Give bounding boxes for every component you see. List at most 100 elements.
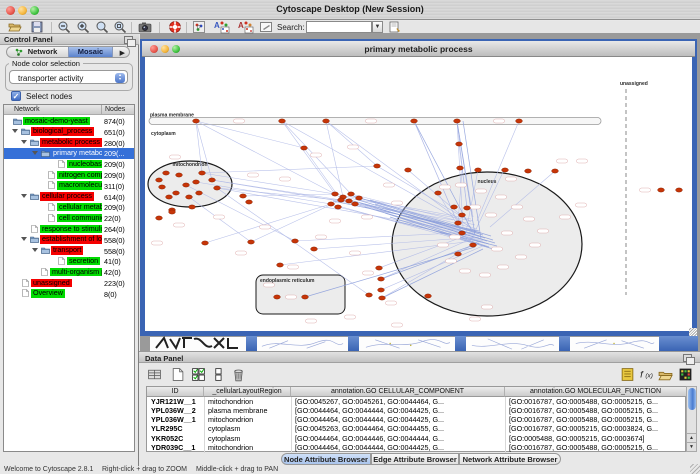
tree-row[interactable]: multi-organism pro42(0) [4,267,134,278]
zoom-selected-icon[interactable] [113,20,127,34]
tree-row[interactable]: metabolic process280(0) [4,137,134,148]
tabs-overflow-arrow[interactable]: ▶ [120,49,125,57]
network-node[interactable] [159,185,166,189]
network-edge[interactable] [251,200,341,242]
network-node[interactable] [475,168,482,172]
network-node[interactable] [323,119,330,123]
tree-expander-icon[interactable] [32,248,38,252]
table-column-header[interactable]: _cellularLayoutRegion [204,387,291,397]
tab-network[interactable]: Network [7,47,68,57]
tree-item-label[interactable]: secretion [67,257,100,266]
tree-item-label[interactable]: cell communicat [57,214,102,223]
network-node[interactable] [516,119,523,123]
network-node[interactable] [240,194,247,198]
network-node[interactable] [292,239,299,243]
table-cell[interactable]: [GO:0005488, GO:0005215, GO:0003674] [505,434,687,443]
zoom-out-icon[interactable] [57,20,71,34]
new-attribute-icon[interactable] [170,367,186,383]
select-attributes-icon[interactable] [191,367,207,383]
tree-row[interactable]: primary metabol209(... [4,148,134,159]
table-cell[interactable]: plasma membrane [204,406,291,415]
table-cell[interactable]: [GO:0044464, GO:0044446, GO:0044444, G..… [291,434,505,443]
tree-row[interactable]: Overview8(0) [4,288,134,299]
network-node[interactable] [658,188,665,192]
network-node[interactable] [169,210,176,214]
scroll-up-button[interactable]: ▲ [687,433,696,442]
table-row[interactable]: YPL036W__1mitochondrion[GO:0044464, GO:0… [147,415,687,424]
network-node[interactable] [166,195,173,199]
delete-attribute-icon[interactable] [231,367,247,383]
table-row[interactable]: YJR121W__1mitochondrion[GO:0045267, GO:0… [147,397,687,406]
table-cell[interactable]: [GO:0016787, GO:0005488, GO:0005215, G..… [505,415,687,424]
tab-edge-attribute-browser[interactable]: Edge Attribute Browser [371,453,459,465]
tree-item-label[interactable]: unassigned [31,279,72,288]
import-file-icon[interactable] [658,367,674,383]
network-node[interactable] [425,294,432,298]
search-input[interactable] [306,21,372,33]
select-nodes-checkbox[interactable]: ✓ [11,91,21,101]
network-node[interactable] [248,240,255,244]
zoom-in-icon[interactable] [76,20,90,34]
tree-row[interactable]: establishment of lo558(0) [4,234,134,245]
table-cell[interactable]: [GO:0016787, GO:0005488, GO:0005215, G..… [505,443,687,452]
network-node[interactable] [455,252,462,256]
help-lifering-icon[interactable] [168,20,182,34]
tree-item-label[interactable]: cellular process [40,192,94,201]
network-node[interactable] [196,191,203,195]
advanced-search-icon[interactable] [388,20,402,34]
table-cell[interactable]: YJR121W__1 [147,397,204,406]
network-edge[interactable] [282,121,335,194]
network-node[interactable] [186,195,193,199]
tree-row[interactable]: biological_process651(0) [4,126,134,137]
tree-row[interactable]: mosaic-demo-yeast874(0) [4,116,134,127]
import-table-icon[interactable] [147,367,163,383]
snapshot-camera-icon[interactable] [138,20,152,34]
network-node[interactable] [301,146,308,150]
attribute-editor-icon[interactable] [620,367,636,383]
network-node[interactable] [552,169,559,173]
table-cell[interactable]: mitochondrion [204,397,291,406]
network-node[interactable] [246,200,253,204]
network-node[interactable] [411,119,418,123]
save-icon[interactable] [30,20,44,34]
network-edge[interactable] [189,197,251,242]
network-node[interactable] [525,169,532,173]
tree-row[interactable]: unassigned223(0) [4,278,134,289]
network-edge[interactable] [282,121,471,227]
network-edge[interactable] [205,204,331,243]
network-node[interactable] [378,288,385,292]
network-node[interactable] [176,173,183,177]
tree-item-label[interactable]: mosaic-demo-yeast [23,117,90,126]
table-cell[interactable]: [GO:0016787, GO:0005215, GO:0003824, G..… [505,424,687,433]
table-cell[interactable]: [GO:0016787, GO:0005488, GO:0005215, G..… [505,397,687,406]
tree-expander-icon[interactable] [32,151,38,155]
tree-item-label[interactable]: biological_process [31,127,94,136]
table-cell[interactable]: YLR295C [147,424,204,433]
network-node[interactable] [459,213,466,217]
network-node[interactable] [374,164,381,168]
table-row[interactable]: YKR052Ccytoplasm[GO:0044464, GO:0044446,… [147,434,687,443]
network-node[interactable] [455,221,462,225]
tree-item-label[interactable]: nitrogen compo [57,171,102,180]
network-edge[interactable] [326,121,377,166]
tree-item-label[interactable]: nucleobase- [67,160,102,169]
network-node[interactable] [405,168,412,172]
network-node[interactable] [378,277,385,281]
network-node[interactable] [214,186,221,190]
table-row[interactable]: YDR039C__1mitochondrion[GO:0044464, GO:0… [147,443,687,452]
scrollbar-thumb[interactable] [688,388,696,410]
network-node[interactable] [311,247,318,251]
table-scrollbar[interactable]: ▲ ▼ [686,386,697,452]
window-resize-grip[interactable] [690,464,700,474]
network-window-resize-grip[interactable] [689,328,697,336]
tree-item-label[interactable]: metabolic process [40,138,102,147]
tree-row[interactable]: cellular metabo209(0) [4,202,134,213]
network-canvas[interactable]: plasma membranecytoplasmmitochondrionnuc… [145,57,692,331]
network-node[interactable] [279,119,286,123]
table-cell[interactable]: cytoplasm [204,434,291,443]
tree-row[interactable]: response to stimulu264(0) [4,224,134,235]
tree-expander-icon[interactable] [12,129,18,133]
tree-row[interactable]: nitrogen compo209(0) [4,170,134,181]
table-cell[interactable]: [GO:0044464, GO:0044444, GO:0044425, G..… [291,415,505,424]
node-color-dropdown[interactable]: transporter activity ▲▼ [9,70,128,84]
